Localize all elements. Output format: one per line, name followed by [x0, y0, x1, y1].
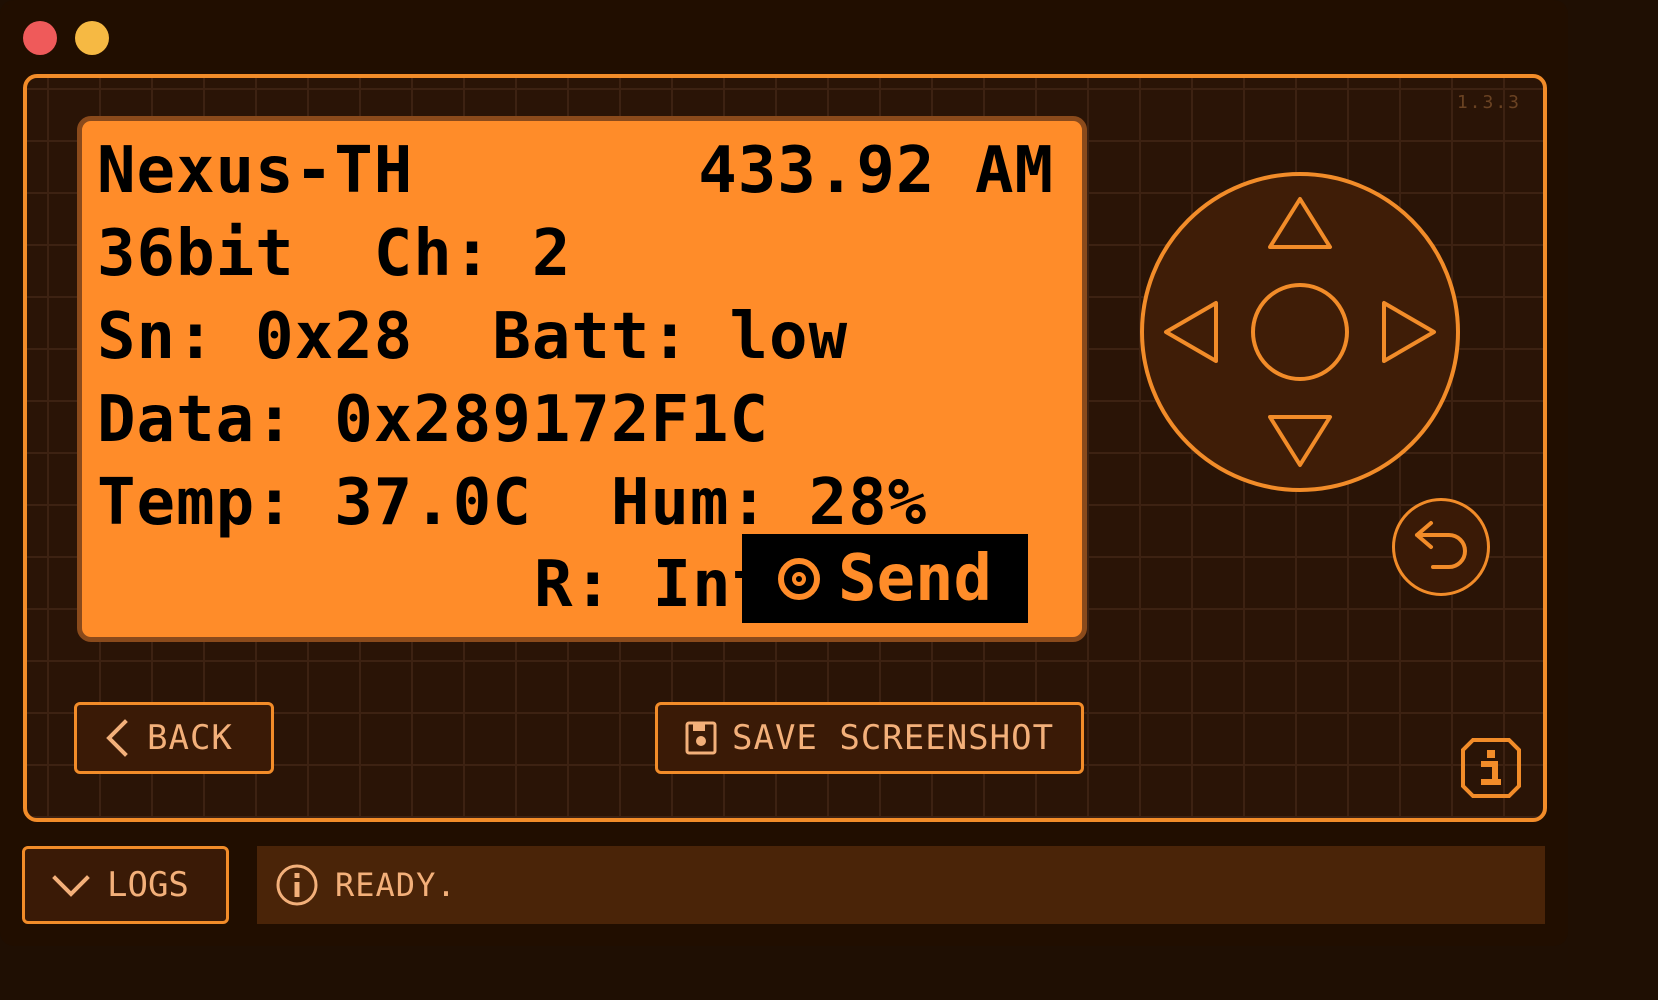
minimize-window-button[interactable] [75, 21, 109, 55]
version-label: 1.3.3 [1456, 92, 1521, 113]
lcd-line-bits-channel: 36bit Ch: 2 [97, 217, 572, 291]
chevron-down-icon [52, 875, 90, 897]
status-text: READY. [335, 866, 457, 904]
info-icon [1461, 738, 1521, 798]
logs-label: LOGS [107, 865, 189, 905]
save-screenshot-button[interactable]: SAVE SCREENSHOT [655, 702, 1084, 774]
floppy-icon [685, 721, 717, 755]
lcd-repeat-mode: R: Int [534, 548, 772, 622]
back-button-label: BACK [147, 718, 233, 758]
dpad [1140, 172, 1460, 492]
dpad-left-button[interactable] [1154, 287, 1224, 377]
dpad-right-button[interactable] [1376, 287, 1446, 377]
lcd-frequency: 433.92 AM [698, 134, 1054, 208]
device-back-button[interactable] [1392, 498, 1490, 596]
lcd-screen: Nexus-TH 433.92 AM 36bit Ch: 2 Sn: 0x28 … [77, 116, 1087, 642]
return-arrow-icon [1415, 521, 1467, 569]
chevron-left-icon [106, 719, 128, 757]
lcd-protocol: Nexus-TH [97, 134, 414, 208]
dpad-down-button[interactable] [1255, 408, 1345, 478]
send-label: Send [837, 541, 993, 616]
info-button[interactable] [1459, 736, 1523, 800]
close-window-button[interactable] [23, 21, 57, 55]
lcd-line-temp-humidity: Temp: 37.0C Hum: 28% [97, 466, 928, 540]
lcd-line-serial-battery: Sn: 0x28 Batt: low [97, 300, 849, 374]
status-bar: READY. [257, 846, 1545, 924]
send-button[interactable]: Send [742, 534, 1028, 623]
dpad-up-button[interactable] [1255, 186, 1345, 256]
app-window: 1.3.3 Nexus-TH 433.92 AM 36bit Ch: 2 Sn:… [0, 0, 1568, 946]
ok-ring-icon [777, 557, 820, 600]
dpad-ok-button[interactable] [1250, 282, 1350, 382]
lcd-line-data: Data: 0x289172F1C [97, 383, 770, 457]
logs-toggle-button[interactable]: LOGS [22, 846, 229, 924]
back-button[interactable]: BACK [74, 702, 274, 774]
save-screenshot-label: SAVE SCREENSHOT [732, 718, 1055, 758]
device-stage: 1.3.3 Nexus-TH 433.92 AM 36bit Ch: 2 Sn:… [23, 74, 1547, 822]
info-circle-icon [276, 864, 318, 906]
